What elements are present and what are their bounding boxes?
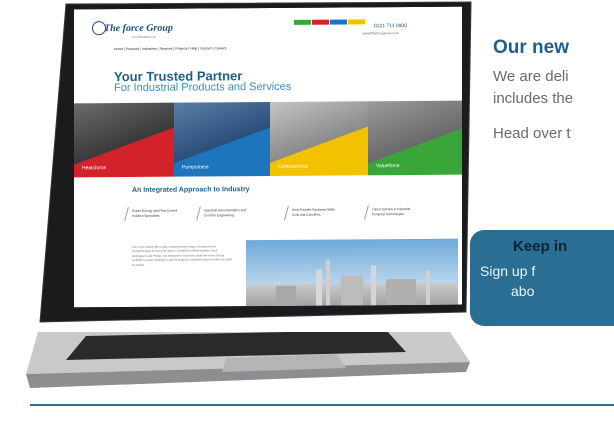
banner-panel-controlsforce[interactable]: Controlsforce [270,101,368,176]
site-logo-sub: of Companies Ltd [132,34,156,39]
banner-panel-heatsforce[interactable]: Heatsforce [74,103,174,178]
feature-item: Latest Science in Industrial Pumping Tec… [372,207,411,216]
laptop-lid: The force Group of Companies Ltd 0121 71… [26,0,472,360]
body-text: The Force Group offer a fully comprehens… [132,244,232,267]
feature-item: Expert Energy and Flow Control Solution … [132,208,178,218]
feature-item: Industrial Instrumentation and Controls … [204,208,246,217]
tab-green[interactable] [294,20,311,25]
banner-panel-label: Valueforce [376,163,400,170]
nav-item[interactable]: Careers [214,46,226,50]
feature-item: Heat Transfer Packages Skids Coils and C… [292,207,335,217]
tab-red[interactable] [312,20,329,25]
tab-yellow[interactable] [348,19,365,24]
feature-divider [124,207,129,221]
intro-paragraph-line2: includes the [493,90,574,107]
division-banner: Heatsforce Pumpsforce Controlsforce Valu… [74,101,462,178]
nav-item[interactable]: Help [190,46,197,50]
feature-divider [284,206,289,220]
site-nav: Home | Products | Industries | Services … [114,46,227,52]
site-color-tabs [294,11,366,17]
refinery-photo [246,239,458,308]
laptop-screen-website: The force Group of Companies Ltd 0121 71… [74,7,462,308]
cta-text-line2: abo [511,283,535,299]
page-headline: Our new [493,37,570,58]
nav-item[interactable]: Products [126,47,139,51]
divider-rule [30,404,614,406]
banner-panel-label: Controlsforce [278,163,308,170]
cta-title: Keep in [513,238,568,255]
banner-panel-valueforce[interactable]: Valueforce [368,101,462,176]
intro-paragraph-line1: We are deli [493,68,569,85]
tab-blue[interactable] [330,19,347,24]
hero-subtitle: For Industrial Products and Services [114,80,292,95]
site-phone: 0121 711 0900 [374,23,407,30]
nav-item[interactable]: Projects [175,47,187,51]
banner-panel-label: Heatsforce [82,165,107,172]
nav-item[interactable]: Home [114,47,123,51]
cta-text-line1: Sign up f [480,263,536,279]
banner-panel-label: Pumpsforce [182,164,209,171]
nav-item[interactable]: Contact [200,46,212,50]
intro-paragraph2: Head over t [493,125,571,142]
banner-panel-pumpsforce[interactable]: Pumpsforce [174,102,270,177]
laptop-base [26,332,471,390]
feature-divider [364,205,369,219]
site-email[interactable]: sales@theforcegroup.co.uk [362,31,399,35]
nav-item[interactable]: Services [159,47,172,51]
feature-divider [196,206,201,220]
section-title: An Integrated Approach to Industry [132,186,250,194]
nav-item[interactable]: Industries [142,47,157,51]
site-logo: The force Group [104,22,173,35]
